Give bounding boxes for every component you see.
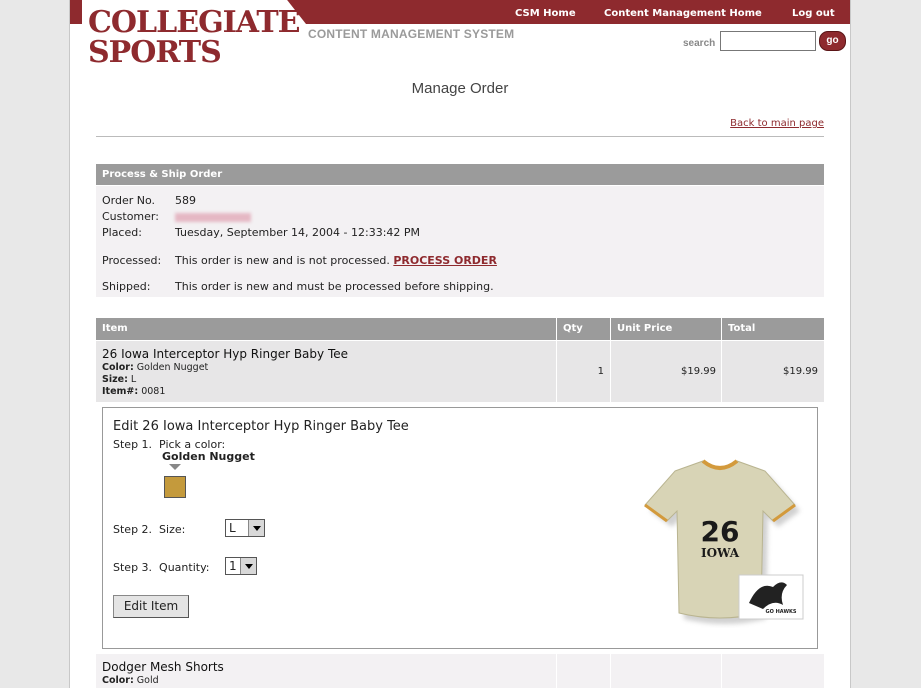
- col-header-qty: Qty: [557, 318, 610, 340]
- customer-row: Customer:: [102, 210, 251, 223]
- placed-label: Placed:: [102, 226, 142, 239]
- step2-row: Step 2. Size:: [113, 523, 185, 536]
- search-input[interactable]: [720, 31, 816, 51]
- item-size-value: L: [130, 374, 137, 385]
- nav-csm-home[interactable]: CSM Home: [515, 8, 576, 19]
- color-swatch-golden-nugget[interactable]: [164, 476, 186, 498]
- table-row: Dodger Mesh Shorts Color: Gold: [96, 654, 824, 688]
- chevron-down-icon[interactable]: [240, 558, 256, 574]
- quantity-select-value: 1: [229, 559, 237, 573]
- item-color-label: Color:: [102, 675, 134, 686]
- processed-label: Processed:: [102, 254, 162, 267]
- order-no-row: Order No. 589: [102, 194, 196, 207]
- customer-label: Customer:: [102, 210, 159, 223]
- cms-subtitle: CONTENT MANAGEMENT SYSTEM: [308, 27, 515, 41]
- shirt-number: 26: [701, 515, 740, 548]
- item-size-label: Size:: [102, 374, 128, 385]
- cell-divider: [610, 654, 611, 688]
- item-name: 26 Iowa Interceptor Hyp Ringer Baby Tee: [102, 347, 348, 361]
- logo-line1: COLLEGIATE: [88, 5, 301, 40]
- step2-text: Size:: [159, 523, 186, 536]
- col-header-total: Total: [722, 318, 824, 340]
- quantity-select[interactable]: 1: [225, 557, 257, 575]
- item-qty: 1: [597, 366, 604, 377]
- hawk-logo-text: GO HAWKS: [766, 609, 797, 615]
- edit-item-panel: Edit 26 Iowa Interceptor Hyp Ringer Baby…: [102, 407, 818, 649]
- search-label: search: [683, 38, 716, 49]
- item-color: Color: Gold: [102, 675, 159, 686]
- item-color: Color: Golden Nugget: [102, 362, 208, 373]
- process-ship-heading-text: Process & Ship Order: [102, 169, 223, 180]
- logo-line2: SPORTS: [88, 35, 222, 70]
- process-order-link[interactable]: PROCESS ORDER: [393, 254, 497, 267]
- shipped-row: Shipped: This order is new and must be pr…: [102, 280, 494, 293]
- item-size: Size: L: [102, 374, 136, 385]
- divider: [96, 136, 824, 137]
- edit-item-button[interactable]: Edit Item: [113, 595, 189, 618]
- nav-log-out[interactable]: Log out: [792, 8, 835, 19]
- item-unit-price: $19.99: [681, 366, 716, 377]
- size-select-value: L: [229, 521, 236, 535]
- selected-arrow-icon: [169, 464, 181, 470]
- process-ship-panel: Order No. 589 Customer: Placed: Tuesday, S…: [96, 186, 824, 297]
- process-ship-heading: Process & Ship Order: [96, 164, 824, 185]
- col-header-item: Item: [96, 318, 556, 340]
- item-color-label: Color:: [102, 362, 134, 373]
- placed-row: Placed: Tuesday, September 14, 2004 - 12:…: [102, 226, 420, 239]
- step1-label: Step 1.: [113, 438, 153, 451]
- cell-divider: [556, 654, 557, 688]
- item-name: Dodger Mesh Shorts: [102, 660, 224, 674]
- item-color-value: Gold: [136, 675, 159, 686]
- tshirt-image: 26 IOWA GO HAWKS: [644, 459, 804, 624]
- order-no-value: 589: [175, 194, 196, 207]
- step3-row: Step 3. Quantity:: [113, 561, 210, 574]
- page-container: CSM Home Content Management Home Log out…: [69, 0, 851, 688]
- processed-row: Processed: This order is new and is not p…: [102, 254, 497, 267]
- step3-label: Step 3.: [113, 561, 153, 574]
- shirt-wordmark: IOWA: [701, 546, 740, 560]
- chevron-down-icon[interactable]: [248, 520, 264, 536]
- item-color-value: Golden Nugget: [136, 362, 209, 373]
- shipped-label: Shipped:: [102, 280, 151, 293]
- placed-value: Tuesday, September 14, 2004 - 12:33:42 P…: [175, 226, 421, 239]
- logo[interactable]: COLLEGIATE SPORTS: [88, 5, 301, 70]
- customer-name-redacted: [175, 212, 251, 222]
- top-bar-edge: [70, 0, 82, 24]
- back-to-main-link[interactable]: Back to main page: [730, 118, 824, 129]
- table-row: 26 Iowa Interceptor Hyp Ringer Baby Tee …: [96, 341, 824, 402]
- col-header-unit-price: Unit Price: [611, 318, 721, 340]
- shipped-value: This order is new and must be processed …: [175, 280, 494, 293]
- go-button[interactable]: go: [819, 31, 846, 51]
- item-number-value: 0081: [141, 386, 166, 397]
- order-no-label: Order No.: [102, 194, 156, 207]
- item-number: Item#: 0081: [102, 386, 165, 397]
- edit-title: Edit 26 Iowa Interceptor Hyp Ringer Baby…: [113, 419, 409, 434]
- page-title: Manage Order: [411, 80, 509, 97]
- step2-label: Step 2.: [113, 523, 153, 536]
- item-total: $19.99: [783, 366, 818, 377]
- processed-value: This order is new and is not processed.: [175, 254, 390, 267]
- item-number-label: Item#:: [102, 386, 139, 397]
- nav-content-management-home[interactable]: Content Management Home: [604, 8, 762, 19]
- step3-text: Quantity:: [159, 561, 210, 574]
- selected-color-name: Golden Nugget: [162, 450, 255, 463]
- cell-divider: [721, 654, 722, 688]
- size-select[interactable]: L: [225, 519, 265, 537]
